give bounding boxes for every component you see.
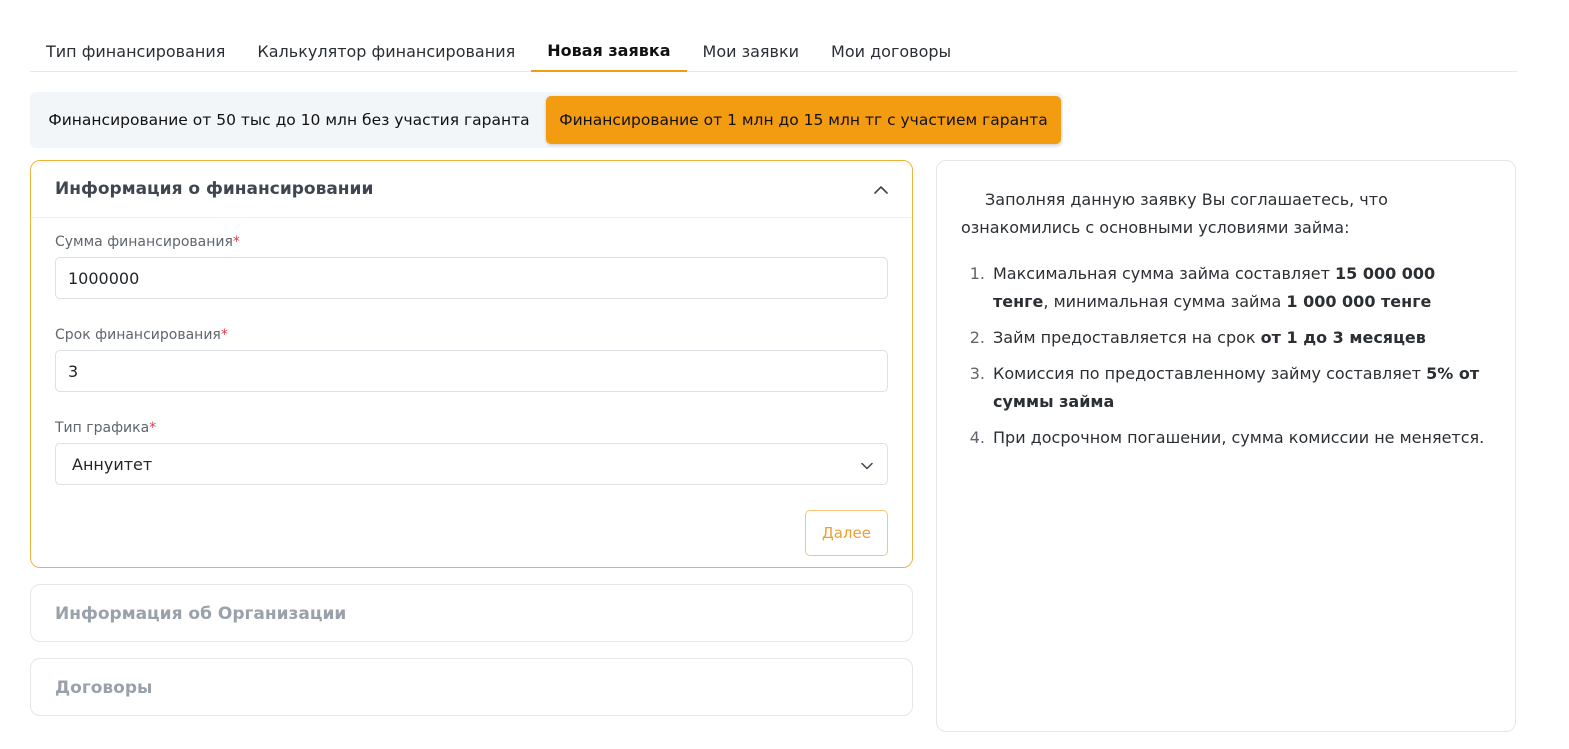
condition-emphasis: 1 000 000 тенге xyxy=(1286,292,1432,311)
required-mark: * xyxy=(220,327,228,343)
term-input[interactable]: 3 xyxy=(55,350,888,392)
tab-new-application[interactable]: Новая заявка xyxy=(531,30,687,72)
condition-text: Комиссия по предоставленному займу соста… xyxy=(993,360,1491,416)
tab-my-applications[interactable]: Мои заявки xyxy=(687,30,816,72)
condition-number: 2. xyxy=(969,328,985,347)
required-mark: * xyxy=(149,420,157,436)
condition-number: 1. xyxy=(969,264,985,283)
loan-conditions-panel: Заполняя данную заявку Вы соглашаетесь, … xyxy=(936,160,1516,732)
condition-text: При досрочном погашении, сумма комиссии … xyxy=(993,424,1484,452)
chevron-down-icon xyxy=(861,455,873,474)
condition-text: Максимальная сумма займа составляет 15 0… xyxy=(993,260,1491,316)
organization-info-header[interactable]: Информация об Организации xyxy=(31,585,912,642)
schedule-type-label: Тип графика* xyxy=(55,420,157,436)
contracts-section[interactable]: Договоры xyxy=(30,658,913,716)
chevron-up-icon[interactable] xyxy=(874,182,888,196)
organization-info-section[interactable]: Информация об Организации xyxy=(30,584,913,642)
financing-info-section: Информация о финансировании Сумма финанс… xyxy=(30,160,913,568)
nav-tabs: Тип финансирования Калькулятор финансиро… xyxy=(30,30,1517,72)
condition-fragment: Займ предоставляется на срок xyxy=(993,328,1261,347)
condition-number: 3. xyxy=(969,364,985,383)
required-mark: * xyxy=(232,234,240,250)
financing-info-header[interactable]: Информация о финансировании xyxy=(31,161,912,218)
condition-item: 2. Займ предоставляется на срок от 1 до 3… xyxy=(961,324,1491,352)
condition-item: 1. Максимальная сумма займа составляет 15… xyxy=(961,260,1491,316)
condition-fragment: Максимальная сумма займа составляет xyxy=(993,264,1335,283)
schedule-type-value: Аннуитет xyxy=(72,454,153,474)
contracts-header[interactable]: Договоры xyxy=(31,659,912,716)
option-with-guarantor[interactable]: Финансирование от 1 млн до 15 млн тг с у… xyxy=(546,96,1061,144)
condition-fragment: Комиссия по предоставленному займу соста… xyxy=(993,364,1427,383)
condition-fragment: , минимальная сумма займа xyxy=(1043,292,1287,311)
condition-number: 4. xyxy=(969,428,985,447)
amount-input[interactable]: 1000000 xyxy=(55,257,888,299)
conditions-intro: Заполняя данную заявку Вы соглашаетесь, … xyxy=(961,190,1388,237)
tab-my-contracts[interactable]: Мои договоры xyxy=(815,30,967,72)
section-title: Договоры xyxy=(55,677,153,698)
term-value: 3 xyxy=(68,361,79,381)
term-label: Срок финансирования* xyxy=(55,327,228,343)
amount-value: 1000000 xyxy=(68,268,140,288)
amount-label: Сумма финансирования* xyxy=(55,234,240,250)
financing-option-switch: Финансирование от 50 тыс до 10 млн без у… xyxy=(30,92,1063,148)
condition-text: Займ предоставляется на срок от 1 до 3 м… xyxy=(993,324,1426,352)
schedule-type-select[interactable]: Аннуитет xyxy=(55,443,888,485)
condition-emphasis: от 1 до 3 месяцев xyxy=(1260,328,1426,347)
condition-fragment: При досрочном погашении, сумма комиссии … xyxy=(993,428,1485,447)
section-title: Информация об Организации xyxy=(55,603,347,624)
option-without-guarantor[interactable]: Финансирование от 50 тыс до 10 млн без у… xyxy=(34,96,544,144)
condition-item: 4. При досрочном погашении, сумма комисси… xyxy=(961,424,1491,452)
next-button[interactable]: Далее xyxy=(805,510,888,556)
tab-financing-calculator[interactable]: Калькулятор финансирования xyxy=(241,30,531,72)
condition-item: 3. Комиссия по предоставленному займу сос… xyxy=(961,360,1491,416)
section-title: Информация о финансировании xyxy=(55,179,374,199)
tab-financing-type[interactable]: Тип финансирования xyxy=(30,30,241,72)
conditions-list: 1. Максимальная сумма займа составляет 15… xyxy=(961,260,1491,452)
